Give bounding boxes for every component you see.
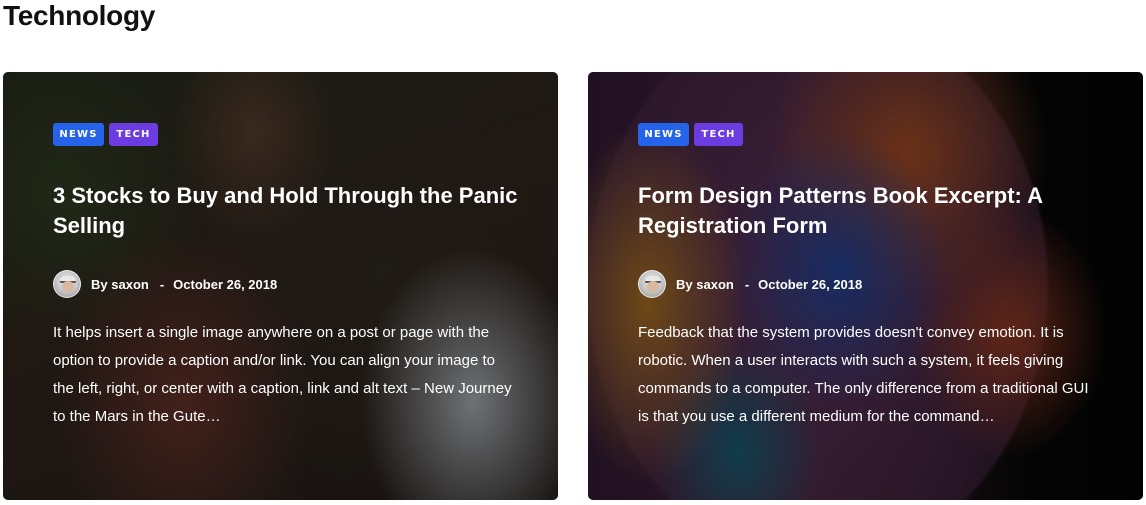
- tag-news[interactable]: NEWS: [638, 123, 689, 146]
- card-content: NEWS TECH 3 Stocks to Buy and Hold Throu…: [53, 123, 518, 431]
- meta-separator: -: [159, 276, 165, 292]
- post-date[interactable]: October 26, 2018: [173, 277, 277, 292]
- post-title[interactable]: 3 Stocks to Buy and Hold Through the Pan…: [53, 181, 518, 241]
- author-avatar[interactable]: [53, 270, 81, 298]
- byline: By saxon: [91, 277, 149, 292]
- post-excerpt: Feedback that the system provides doesn'…: [638, 324, 1089, 425]
- tag-tech[interactable]: TECH: [694, 123, 743, 146]
- category-tags: NEWS TECH: [53, 123, 518, 146]
- author-link[interactable]: saxon: [696, 277, 734, 292]
- byline: By saxon: [676, 277, 734, 292]
- byline-label: By: [91, 276, 108, 292]
- avatar-face-shape: [62, 281, 74, 292]
- post-meta: By saxon - October 26, 2018: [638, 269, 1103, 299]
- category-tags: NEWS TECH: [638, 123, 1103, 146]
- card-content: NEWS TECH Form Design Patterns Book Exce…: [638, 123, 1103, 431]
- post-card[interactable]: NEWS TECH 3 Stocks to Buy and Hold Throu…: [3, 72, 558, 500]
- post-title[interactable]: Form Design Patterns Book Excerpt: A Reg…: [638, 181, 1103, 241]
- meta-separator: -: [744, 276, 750, 292]
- post-meta: By saxon - October 26, 2018: [53, 269, 518, 299]
- post-card[interactable]: NEWS TECH Form Design Patterns Book Exce…: [588, 72, 1143, 500]
- section-title: Technology: [3, 0, 156, 31]
- tag-tech[interactable]: TECH: [109, 123, 158, 146]
- avatar-face-shape: [647, 281, 659, 292]
- author-link[interactable]: saxon: [111, 277, 149, 292]
- post-date[interactable]: October 26, 2018: [758, 277, 862, 292]
- byline-label: By: [676, 276, 693, 292]
- tag-news[interactable]: NEWS: [53, 123, 104, 146]
- post-excerpt: It helps insert a single image anywhere …: [53, 324, 512, 425]
- author-avatar[interactable]: [638, 270, 666, 298]
